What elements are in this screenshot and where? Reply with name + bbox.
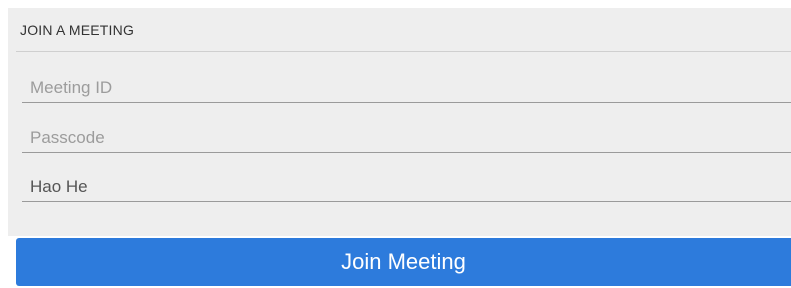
meeting-id-field-wrapper (22, 66, 791, 103)
passcode-field-wrapper (22, 116, 791, 153)
section-divider (16, 51, 791, 52)
passcode-input[interactable] (22, 128, 791, 148)
section-title: JOIN A MEETING (20, 22, 135, 38)
join-meeting-panel: JOIN A MEETING (8, 8, 791, 236)
meeting-id-input[interactable] (22, 78, 791, 98)
join-meeting-button[interactable]: Join Meeting (16, 238, 791, 286)
display-name-input[interactable] (22, 177, 791, 197)
display-name-field-wrapper (22, 165, 791, 202)
